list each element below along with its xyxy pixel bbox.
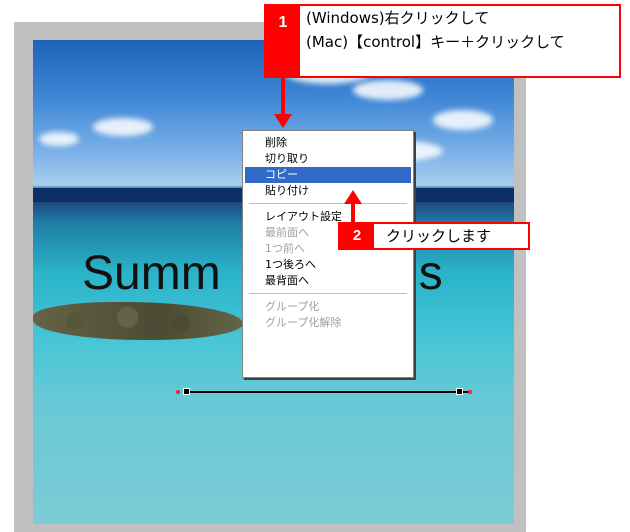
step2-arrow-icon <box>344 190 362 204</box>
step2-badge: 2 <box>340 224 374 248</box>
step1-line1: (Windows)右クリックして <box>306 9 490 27</box>
selected-line[interactable] <box>186 391 468 393</box>
summer-text-left[interactable]: Summ <box>82 250 221 298</box>
context-menu: 削除 切り取り コピー 貼り付け レイアウト設定 最前面へ 1つ前へ 1つ後ろへ… <box>242 130 414 378</box>
selection-handle-right[interactable] <box>456 388 463 395</box>
step1-badge: 1 <box>266 6 300 76</box>
menu-item-send-backward[interactable]: 1つ後ろへ <box>245 257 411 273</box>
menu-item-send-to-back[interactable]: 最背面へ <box>245 273 411 289</box>
cloud <box>353 80 423 100</box>
menu-separator <box>249 203 407 205</box>
step1-arrow-shaft <box>281 76 285 116</box>
anchor-dot-left <box>176 390 180 394</box>
step1-arrow-icon <box>274 114 292 128</box>
menu-item-ungroup[interactable]: グループ化解除 <box>245 315 411 331</box>
menu-item-group[interactable]: グループ化 <box>245 299 411 315</box>
anchor-dot-right <box>468 390 472 394</box>
menu-item-delete[interactable]: 削除 <box>245 135 411 151</box>
cloud <box>39 132 79 146</box>
menu-item-copy[interactable]: コピー <box>245 167 411 183</box>
cloud <box>433 110 493 130</box>
step2-text: クリックします <box>386 227 492 245</box>
step1-text: (Windows)右クリックして (Mac)【control】キー＋クリックして <box>306 6 565 54</box>
menu-item-paste[interactable]: 貼り付け <box>245 183 411 199</box>
step1-line2: (Mac)【control】キー＋クリックして <box>306 33 565 51</box>
rocks <box>33 302 243 340</box>
menu-item-cut[interactable]: 切り取り <box>245 151 411 167</box>
menu-separator <box>249 293 407 295</box>
selection-handle-left[interactable] <box>183 388 190 395</box>
step2-arrow-shaft <box>351 204 355 224</box>
cloud <box>93 118 153 136</box>
